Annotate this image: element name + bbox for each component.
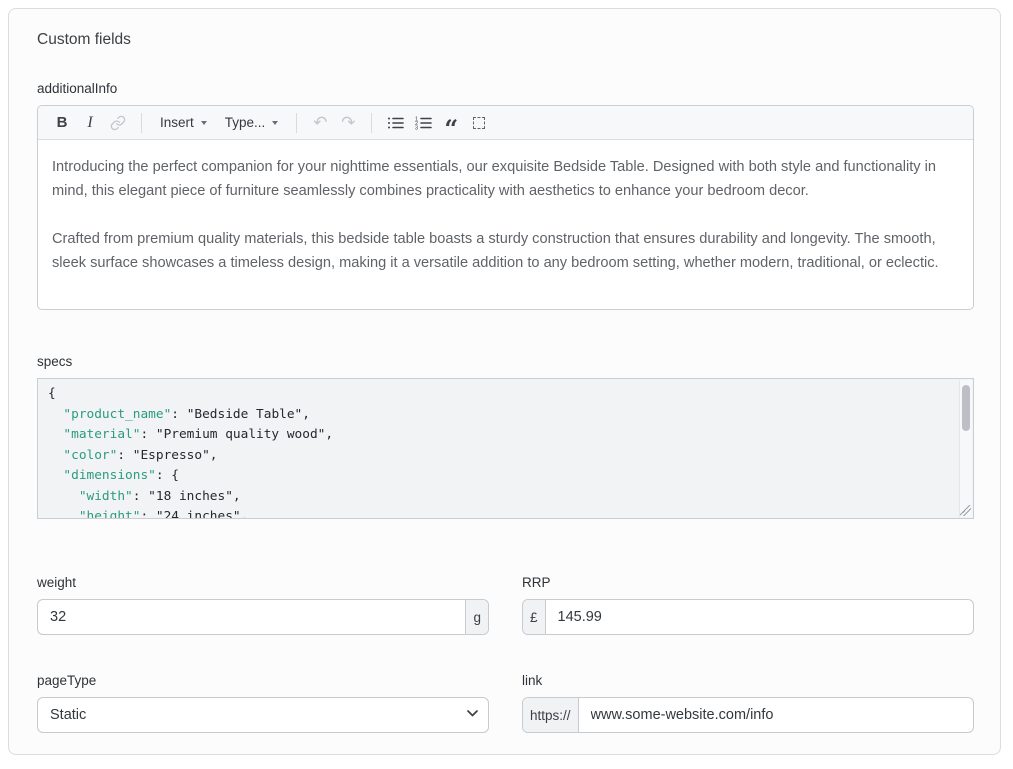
protocol-addon: https:// [523, 698, 579, 732]
link-input[interactable] [579, 698, 973, 732]
rich-text-editor: B I Insert Type... ↶ ↷ [37, 105, 974, 310]
weight-label: weight [37, 575, 489, 590]
specs-label: specs [37, 354, 974, 369]
type-dropdown-label: Type... [225, 115, 266, 130]
specs-textarea[interactable]: { "product_name": "Bedside Table", "mate… [37, 378, 974, 519]
toolbar-divider [296, 113, 297, 133]
specs-code: { "product_name": "Bedside Table", "mate… [48, 384, 947, 519]
rrp-input[interactable] [546, 600, 973, 634]
numbered-list-button[interactable]: 1 2 3 [409, 110, 437, 136]
editor-paragraph: Crafted from premium quality materials, … [52, 227, 959, 275]
pagetype-label: pageType [37, 673, 489, 688]
dashed-box-icon [473, 117, 485, 129]
weight-input-group: g [37, 599, 489, 635]
custom-fields-card: Custom fields additionalInfo B I Insert … [8, 8, 1001, 755]
page-title: Custom fields [37, 31, 974, 49]
currency-addon: £ [523, 600, 546, 634]
specs-scrollbar-thumb[interactable] [962, 385, 970, 431]
redo-button[interactable]: ↷ [334, 110, 362, 136]
weight-field: weight g [37, 575, 489, 635]
chevron-down-icon [272, 121, 278, 125]
rrp-field: RRP £ [522, 575, 974, 635]
frame-button[interactable] [465, 110, 493, 136]
weight-unit-addon: g [465, 600, 488, 634]
link-button[interactable] [104, 110, 132, 136]
insert-dropdown[interactable]: Insert [151, 110, 216, 136]
bold-button[interactable]: B [48, 110, 76, 136]
pagetype-field: pageType Static [37, 673, 489, 733]
specs-scrollbar-track[interactable] [959, 380, 972, 517]
bullet-list-icon [387, 116, 404, 130]
weight-rrp-row: weight g RRP £ [37, 575, 974, 635]
toolbar-divider [141, 113, 142, 133]
bullet-list-button[interactable] [381, 110, 409, 136]
rrp-label: RRP [522, 575, 974, 590]
link-label: link [522, 673, 974, 688]
numbered-list-icon: 1 2 3 [415, 116, 432, 130]
weight-input[interactable] [38, 600, 465, 634]
chevron-down-icon [201, 121, 207, 125]
type-dropdown[interactable]: Type... [216, 110, 288, 136]
italic-button[interactable]: I [76, 110, 104, 136]
undo-button[interactable]: ↶ [306, 110, 334, 136]
pagetype-select[interactable]: Static [37, 697, 489, 733]
blockquote-button[interactable]: “ [437, 110, 465, 136]
editor-toolbar: B I Insert Type... ↶ ↷ [38, 106, 973, 140]
editor-paragraph: Introducing the perfect companion for yo… [52, 155, 959, 203]
toolbar-divider [371, 113, 372, 133]
resize-handle[interactable] [960, 505, 971, 516]
editor-content[interactable]: Introducing the perfect companion for yo… [38, 140, 973, 309]
svg-text:3: 3 [415, 125, 418, 130]
link-field: link https:// [522, 673, 974, 733]
link-icon [110, 115, 126, 131]
link-input-group: https:// [522, 697, 974, 733]
additionalinfo-label: additionalInfo [37, 81, 974, 96]
pagetype-link-row: pageType Static link https:// [37, 673, 974, 733]
insert-dropdown-label: Insert [160, 115, 194, 130]
rrp-input-group: £ [522, 599, 974, 635]
